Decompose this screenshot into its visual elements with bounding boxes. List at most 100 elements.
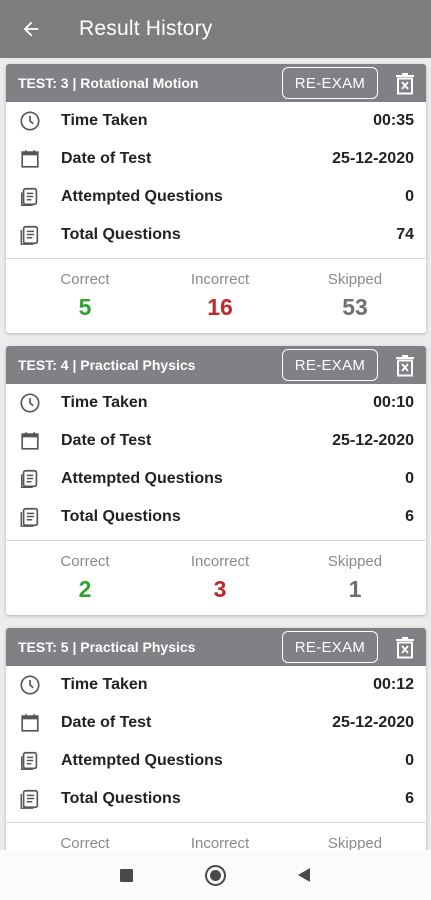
incorrect-stat: Incorrect 16 (165, 271, 275, 321)
delete-button[interactable] (394, 72, 416, 96)
total-label: Total Questions (61, 226, 181, 243)
attempted-row: Attempted Questions 0 (6, 178, 426, 216)
card-header: TEST: 3 | Rotational Motion RE-EXAM (6, 64, 426, 102)
date-row: Date of Test 25-12-2020 (6, 704, 426, 742)
total-value: 6 (405, 508, 414, 525)
system-nav-bar (0, 850, 431, 900)
skipped-stat: Skipped (300, 835, 410, 850)
incorrect-label: Incorrect (190, 835, 250, 850)
re-exam-button[interactable]: RE-EXAM (282, 67, 378, 99)
correct-stat: Correct 5 (30, 271, 140, 321)
date-label: Date of Test (61, 150, 152, 167)
back-button[interactable] (0, 0, 62, 58)
calendar-icon (18, 429, 42, 453)
time-taken-value: 00:35 (373, 112, 414, 129)
document-list-icon (18, 223, 42, 247)
incorrect-stat: Incorrect (165, 835, 275, 850)
time-taken-row: Time Taken 00:10 (6, 384, 426, 422)
total-label: Total Questions (61, 790, 181, 807)
date-value: 25-12-2020 (332, 714, 414, 731)
attempted-row: Attempted Questions 0 (6, 460, 426, 498)
total-value: 74 (396, 226, 414, 243)
skipped-stat: Skipped 1 (300, 553, 410, 603)
re-exam-button[interactable]: RE-EXAM (282, 631, 378, 663)
skipped-count: 53 (342, 294, 368, 320)
date-value: 25-12-2020 (332, 432, 414, 449)
correct-stat: Correct (30, 835, 140, 850)
attempted-label: Attempted Questions (61, 470, 223, 487)
attempted-value: 0 (405, 752, 414, 769)
attempted-value: 0 (405, 470, 414, 487)
time-taken-label: Time Taken (61, 676, 148, 693)
time-taken-label: Time Taken (61, 112, 148, 129)
result-card: TEST: 4 | Practical Physics RE-EXAM Time… (6, 346, 426, 615)
score-summary: Correct 2 Incorrect 3 Skipped 1 (6, 541, 426, 615)
date-row: Date of Test 25-12-2020 (6, 140, 426, 178)
time-taken-value: 00:10 (373, 394, 414, 411)
page-title: Result History (79, 17, 213, 40)
document-icon (18, 185, 42, 209)
skipped-label: Skipped (327, 271, 383, 288)
incorrect-stat: Incorrect 3 (165, 553, 275, 603)
skipped-stat: Skipped 53 (300, 271, 410, 321)
correct-count: 5 (78, 294, 92, 320)
result-card: TEST: 3 | Rotational Motion RE-EXAM Time… (6, 64, 426, 333)
time-taken-row: Time Taken 00:35 (6, 102, 426, 140)
card-header: TEST: 4 | Practical Physics RE-EXAM (6, 346, 426, 384)
arrow-left-icon (23, 21, 39, 37)
time-taken-value: 00:12 (373, 676, 414, 693)
skipped-label: Skipped (327, 835, 383, 850)
total-row: Total Questions 74 (6, 216, 426, 254)
correct-label: Correct (60, 553, 110, 570)
document-list-icon (18, 505, 42, 529)
trash-icon (396, 637, 414, 659)
score-summary: Correct 5 Incorrect 16 Skipped 53 (6, 259, 426, 333)
correct-label: Correct (60, 271, 110, 288)
result-list[interactable]: TEST: 3 | Rotational Motion RE-EXAM Time… (0, 58, 431, 850)
incorrect-label: Incorrect (190, 271, 250, 288)
attempted-value: 0 (405, 188, 414, 205)
total-label: Total Questions (61, 508, 181, 525)
attempted-label: Attempted Questions (61, 188, 223, 205)
attempted-row: Attempted Questions 0 (6, 742, 426, 780)
date-row: Date of Test 25-12-2020 (6, 422, 426, 460)
date-label: Date of Test (61, 714, 152, 731)
total-value: 6 (405, 790, 414, 807)
trash-icon (396, 73, 414, 95)
app-bar: Result History (0, 0, 431, 58)
incorrect-count: 16 (207, 294, 233, 320)
date-label: Date of Test (61, 432, 152, 449)
clock-icon (18, 673, 42, 697)
incorrect-count: 3 (213, 576, 227, 602)
time-taken-label: Time Taken (61, 394, 148, 411)
total-row: Total Questions 6 (6, 498, 426, 536)
correct-label: Correct (60, 835, 110, 850)
clock-icon (18, 109, 42, 133)
document-icon (18, 749, 42, 773)
card-header: TEST: 5 | Practical Physics RE-EXAM (6, 628, 426, 666)
skipped-label: Skipped (327, 553, 383, 570)
recent-apps-icon[interactable] (120, 869, 133, 882)
test-title: TEST: 3 | Rotational Motion (18, 75, 199, 91)
test-title: TEST: 4 | Practical Physics (18, 357, 196, 373)
correct-stat: Correct 2 (30, 553, 140, 603)
total-row: Total Questions 6 (6, 780, 426, 818)
back-triangle-icon[interactable] (298, 868, 310, 882)
document-icon (18, 467, 42, 491)
date-value: 25-12-2020 (332, 150, 414, 167)
clock-icon (18, 391, 42, 415)
calendar-icon (18, 147, 42, 171)
skipped-count: 1 (348, 576, 362, 602)
correct-count: 2 (78, 576, 92, 602)
re-exam-button[interactable]: RE-EXAM (282, 349, 378, 381)
home-icon[interactable] (205, 865, 226, 886)
score-summary: Correct Incorrect Skipped (6, 823, 426, 850)
document-list-icon (18, 787, 42, 811)
result-card: TEST: 5 | Practical Physics RE-EXAM Time… (6, 628, 426, 850)
delete-button[interactable] (394, 636, 416, 660)
incorrect-label: Incorrect (190, 553, 250, 570)
time-taken-row: Time Taken 00:12 (6, 666, 426, 704)
test-title: TEST: 5 | Practical Physics (18, 639, 196, 655)
delete-button[interactable] (394, 354, 416, 378)
trash-icon (396, 355, 414, 377)
